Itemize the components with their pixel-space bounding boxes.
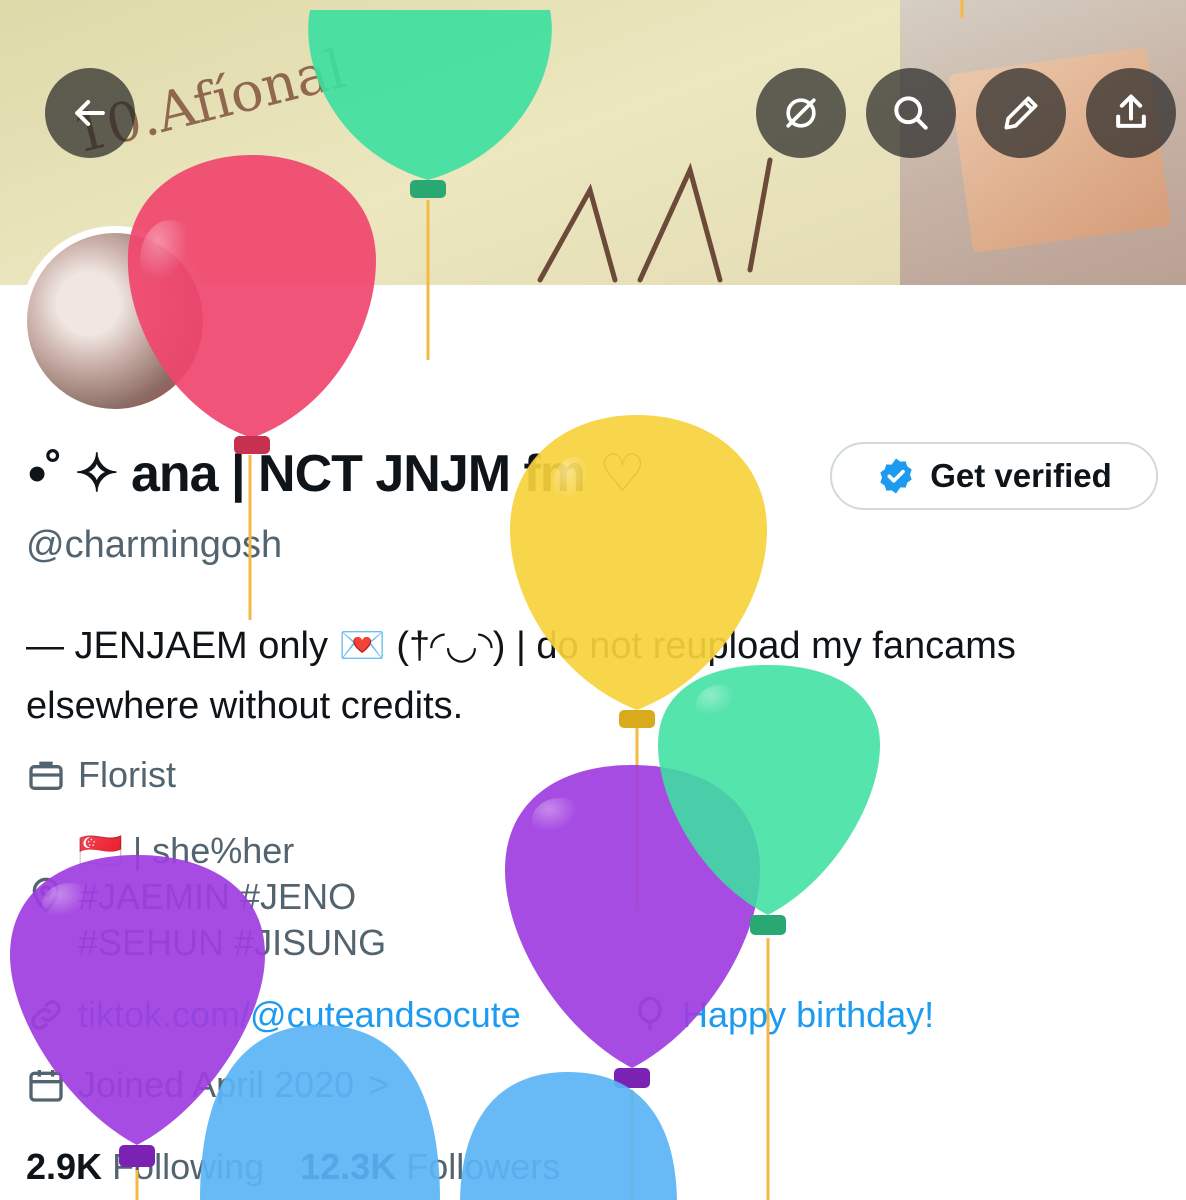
search-button[interactable] [866,68,956,158]
back-button[interactable] [45,68,135,158]
followers-link[interactable]: 12.3K Followers [300,1146,560,1187]
location-row: 🇸🇬 | she%her #JAEMIN #JENO #SEHUN #JISUN… [26,828,386,966]
profession-row: Florist [26,754,176,796]
birthday-text: Happy birthday! [682,994,935,1035]
grok-button[interactable] [756,68,846,158]
username-handle: @charmingosh [26,524,283,566]
bio-line-1: — JENJAEM only 💌 (†◜◡◝) | do not reuploa… [26,625,1016,667]
chevron-right-icon: > [368,1064,390,1105]
search-icon [894,96,928,130]
joined-text: Joined April 2020 [78,1064,355,1105]
follow-stats: 2.9K Following 12.3K Followers [26,1146,560,1188]
location-line-1: 🇸🇬 | she%her [78,830,295,871]
birthday-row: Happy birthday! [630,994,934,1036]
circle-slash-icon [786,98,816,128]
display-name-row: •˚ ✧ ana | NCT JNJM fm ♡ [28,438,646,510]
share-button[interactable] [1086,68,1176,158]
bio: — JENJAEM only 💌 (†◜◡◝) | do not reuploa… [26,616,1176,736]
website-link[interactable]: tiktok.com/@cuteandsocute [78,994,521,1036]
briefcase-icon [29,761,63,790]
display-name: •˚ ✧ ana | NCT JNJM fm [28,445,586,503]
following-label: Following [112,1146,265,1187]
arrow-left-icon [75,99,105,127]
link-icon [31,1000,61,1030]
balloon-green-right [658,665,880,1200]
bio-line-2: elsewhere without credits. [26,685,464,727]
balloon-icon [638,996,662,1030]
pen-icon [1004,96,1038,130]
location-line-3: #SEHUN #JISUNG [78,922,387,963]
banner-handwriting [537,157,773,283]
location-pin-icon [32,877,60,914]
calendar-icon [29,1070,63,1102]
avatar-photo [27,233,203,409]
avatar[interactable] [20,226,210,416]
balloon-purple-middle [505,765,760,1200]
get-verified-label: Get verified [930,457,1112,494]
followers-label: Followers [406,1146,561,1187]
following-count: 2.9K [26,1146,103,1187]
edit-button[interactable] [976,68,1066,158]
get-verified-button[interactable]: Get verified [830,442,1158,510]
share-icon [1116,94,1146,128]
website-row: tiktok.com/@cuteandsocute [26,994,521,1036]
profession-text: Florist [78,754,176,795]
verified-badge-icon [880,458,912,494]
heart-glyph: ♡ [599,445,646,503]
followers-count: 12.3K [300,1146,397,1187]
following-link[interactable]: 2.9K Following [26,1146,264,1187]
location-line-2: #JAEMIN #JENO [78,876,357,917]
joined-row[interactable]: Joined April 2020 > [26,1064,389,1106]
